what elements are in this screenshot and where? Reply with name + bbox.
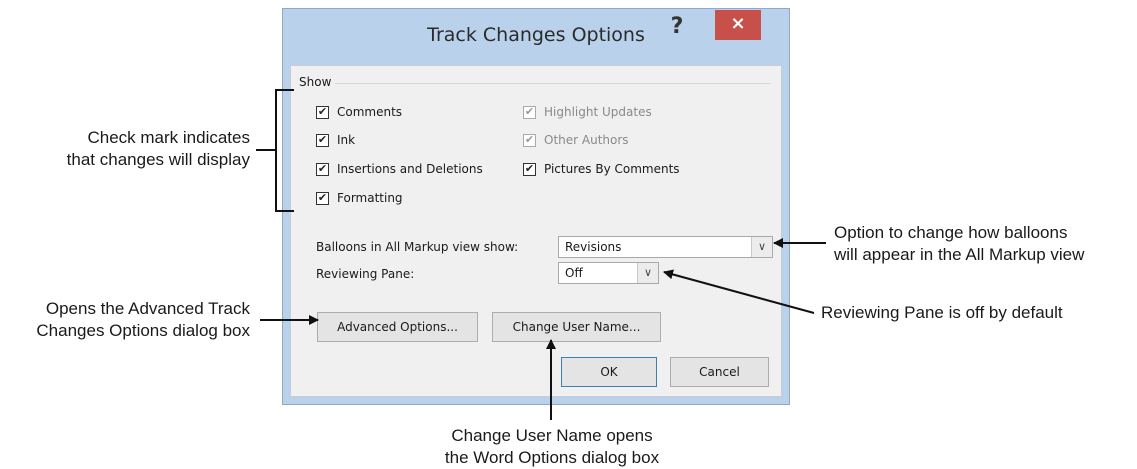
- reviewing-pane-arrow: [663, 269, 815, 314]
- checkbox-bracket: [275, 89, 294, 212]
- annotation-arrows: [256, 89, 826, 420]
